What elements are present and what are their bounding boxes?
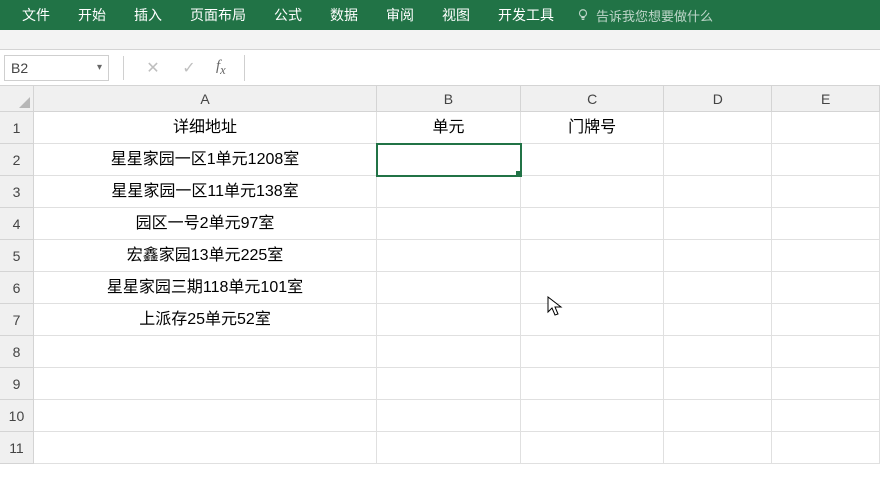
ribbon-body — [0, 30, 880, 50]
cell-A5[interactable]: 宏鑫家园13单元225室 — [34, 240, 377, 272]
cell-D9[interactable] — [664, 368, 772, 400]
tab-data[interactable]: 数据 — [316, 0, 372, 30]
row-header-6[interactable]: 6 — [0, 272, 34, 304]
cell-B3[interactable] — [377, 176, 521, 208]
cell-D11[interactable] — [664, 432, 772, 464]
name-box-value: B2 — [11, 60, 28, 76]
cell-A3[interactable]: 星星家园一区11单元138室 — [34, 176, 377, 208]
cell-A11[interactable] — [34, 432, 377, 464]
tab-page-layout[interactable]: 页面布局 — [176, 0, 260, 30]
cell-C10[interactable] — [521, 400, 665, 432]
name-box[interactable]: B2 ▾ — [4, 55, 109, 81]
cell-A8[interactable] — [34, 336, 377, 368]
cell-B5[interactable] — [377, 240, 521, 272]
row-header-2[interactable]: 2 — [0, 144, 34, 176]
row-header-1[interactable]: 1 — [0, 112, 34, 144]
cell-E11[interactable] — [772, 432, 880, 464]
cell-C7[interactable] — [521, 304, 665, 336]
cell-B7[interactable] — [377, 304, 521, 336]
cell-E1[interactable] — [772, 112, 880, 144]
cell-C6[interactable] — [521, 272, 665, 304]
cell-A9[interactable] — [34, 368, 377, 400]
cell-A7[interactable]: 上派存25单元52室 — [34, 304, 377, 336]
lightbulb-icon — [576, 8, 590, 22]
cell-D5[interactable] — [664, 240, 772, 272]
cell-B9[interactable] — [377, 368, 521, 400]
divider — [123, 56, 124, 80]
tab-home[interactable]: 开始 — [64, 0, 120, 30]
formula-input[interactable] — [244, 55, 880, 81]
formula-bar-buttons: ✕ ✓ fx — [134, 58, 236, 78]
tab-formulas[interactable]: 公式 — [260, 0, 316, 30]
cell-B1[interactable]: 单元 — [377, 112, 521, 144]
row-header-11[interactable]: 11 — [0, 432, 34, 464]
cell-C8[interactable] — [521, 336, 665, 368]
tab-file[interactable]: 文件 — [8, 0, 64, 30]
cell-B4[interactable] — [377, 208, 521, 240]
cell-C11[interactable] — [521, 432, 665, 464]
cell-B10[interactable] — [377, 400, 521, 432]
cell-E8[interactable] — [772, 336, 880, 368]
cell-E7[interactable] — [772, 304, 880, 336]
cell-C1[interactable]: 门牌号 — [521, 112, 665, 144]
cell-D2[interactable] — [664, 144, 772, 176]
cell-B2[interactable] — [377, 144, 521, 176]
cell-C2[interactable] — [521, 144, 665, 176]
tab-review[interactable]: 审阅 — [372, 0, 428, 30]
cell-E6[interactable] — [772, 272, 880, 304]
formula-bar: B2 ▾ ✕ ✓ fx — [0, 50, 880, 86]
cell-B6[interactable] — [377, 272, 521, 304]
row-header-5[interactable]: 5 — [0, 240, 34, 272]
row-header-3[interactable]: 3 — [0, 176, 34, 208]
row-header-9[interactable]: 9 — [0, 368, 34, 400]
cell-D4[interactable] — [664, 208, 772, 240]
col-header-B[interactable]: B — [377, 86, 521, 112]
col-header-D[interactable]: D — [664, 86, 772, 112]
cell-A2[interactable]: 星星家园一区1单元1208室 — [34, 144, 377, 176]
cell-E4[interactable] — [772, 208, 880, 240]
cell-C4[interactable] — [521, 208, 665, 240]
col-header-A[interactable]: A — [34, 86, 377, 112]
cell-A6[interactable]: 星星家园三期118单元101室 — [34, 272, 377, 304]
row-header-10[interactable]: 10 — [0, 400, 34, 432]
cell-D7[interactable] — [664, 304, 772, 336]
select-all-corner[interactable] — [0, 86, 34, 112]
cell-E2[interactable] — [772, 144, 880, 176]
cell-E5[interactable] — [772, 240, 880, 272]
ribbon-tabs: 文件 开始 插入 页面布局 公式 数据 审阅 视图 开发工具 告诉我您想要做什么 — [0, 0, 880, 30]
cell-C5[interactable] — [521, 240, 665, 272]
cell-A4[interactable]: 园区一号2单元97室 — [34, 208, 377, 240]
col-header-C[interactable]: C — [521, 86, 665, 112]
fx-icon[interactable]: fx — [216, 58, 226, 78]
cell-D1[interactable] — [664, 112, 772, 144]
cell-B11[interactable] — [377, 432, 521, 464]
tab-developer[interactable]: 开发工具 — [484, 0, 568, 30]
tab-insert[interactable]: 插入 — [120, 0, 176, 30]
cell-D3[interactable] — [664, 176, 772, 208]
tell-me-label: 告诉我您想要做什么 — [596, 6, 713, 25]
cell-D10[interactable] — [664, 400, 772, 432]
tab-view[interactable]: 视图 — [428, 0, 484, 30]
confirm-icon[interactable]: ✓ — [180, 58, 198, 78]
row-header-7[interactable]: 7 — [0, 304, 34, 336]
cell-E10[interactable] — [772, 400, 880, 432]
cell-C9[interactable] — [521, 368, 665, 400]
cell-E3[interactable] — [772, 176, 880, 208]
cell-E9[interactable] — [772, 368, 880, 400]
spreadsheet-grid: A B C D E 1 详细地址 单元 门牌号 2 星星家园一区1单元1208室… — [0, 86, 880, 464]
cell-C3[interactable] — [521, 176, 665, 208]
chevron-down-icon: ▾ — [97, 62, 102, 73]
cell-D6[interactable] — [664, 272, 772, 304]
tell-me-search[interactable]: 告诉我您想要做什么 — [568, 6, 721, 25]
row-header-4[interactable]: 4 — [0, 208, 34, 240]
cell-D8[interactable] — [664, 336, 772, 368]
cell-A1[interactable]: 详细地址 — [34, 112, 377, 144]
cancel-icon[interactable]: ✕ — [144, 58, 162, 78]
cell-A10[interactable] — [34, 400, 377, 432]
row-header-8[interactable]: 8 — [0, 336, 34, 368]
col-header-E[interactable]: E — [772, 86, 880, 112]
cell-B8[interactable] — [377, 336, 521, 368]
